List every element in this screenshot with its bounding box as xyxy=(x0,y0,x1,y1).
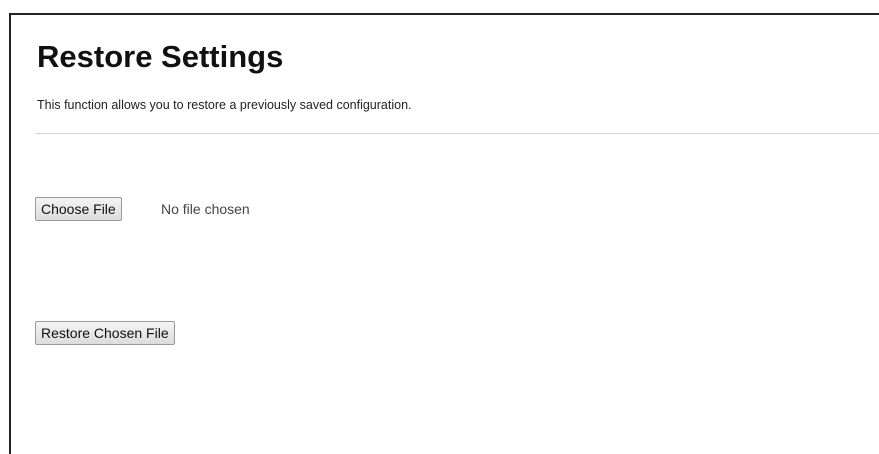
choose-file-button[interactable]: Choose File xyxy=(35,197,122,221)
file-status-text: No file chosen xyxy=(161,201,250,217)
content-panel: Restore Settings This function allows yo… xyxy=(9,13,879,454)
page-description: This function allows you to restore a pr… xyxy=(37,98,412,112)
restore-chosen-file-button[interactable]: Restore Chosen File xyxy=(35,321,175,345)
page-title: Restore Settings xyxy=(37,39,284,74)
section-divider xyxy=(35,133,879,134)
